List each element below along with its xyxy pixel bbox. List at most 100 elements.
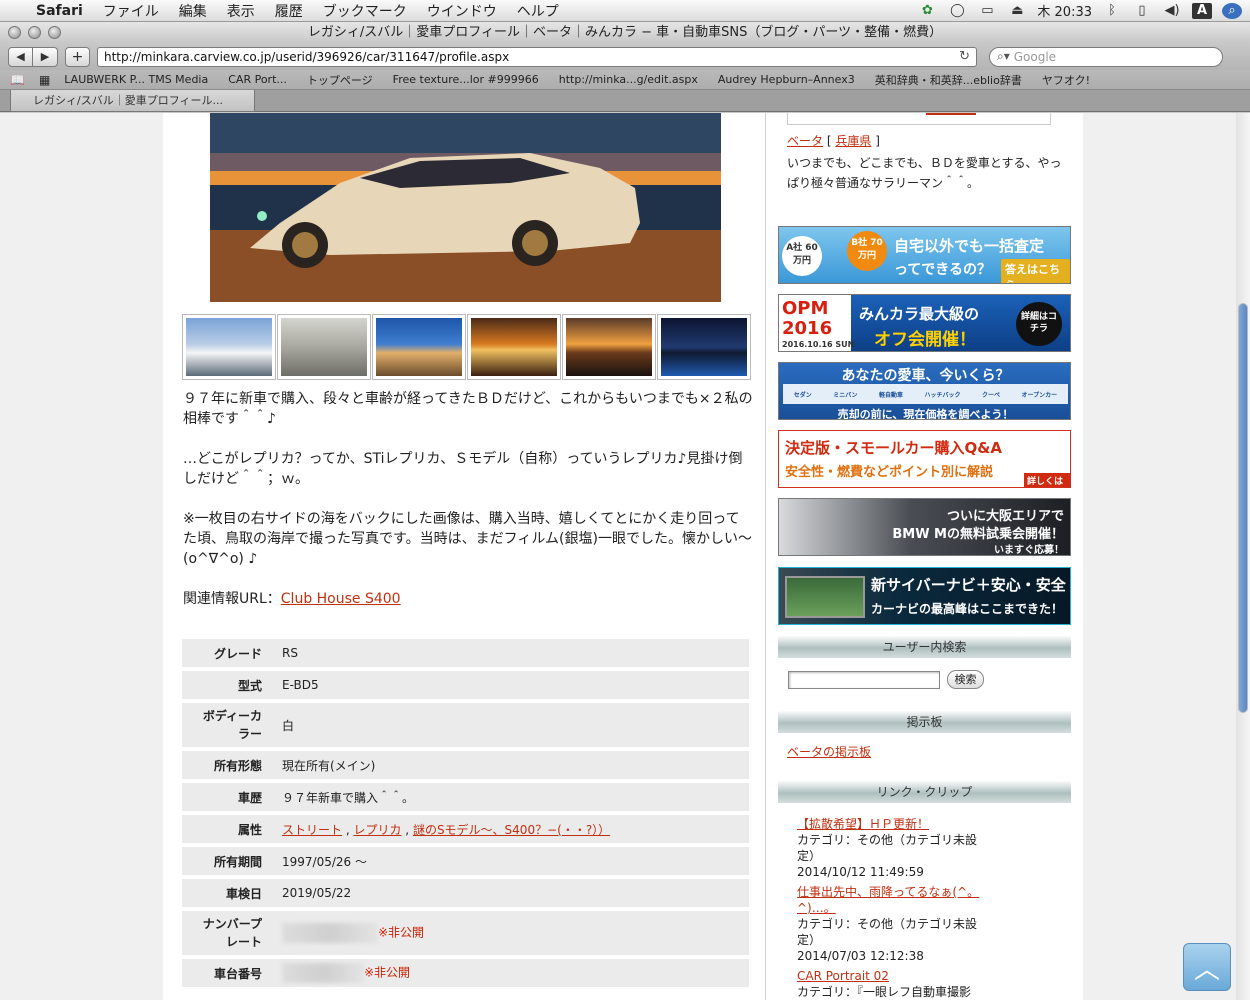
navi-device-image (785, 576, 865, 618)
battery-icon[interactable]: ▯ (1132, 3, 1152, 19)
banner-bmw[interactable]: ついに大阪エリアで BMW Mの無料試乗会開催！ いますぐ応募！ (778, 498, 1071, 556)
leaf-icon[interactable]: ✿ (917, 3, 937, 19)
user-search-input[interactable] (788, 671, 940, 689)
reload-icon[interactable]: ↻ (959, 49, 970, 64)
plus-icon: + (71, 48, 84, 65)
profile-name-link[interactable]: ベータ (787, 134, 823, 148)
clip-title-link[interactable]: 【拡散希望】ＨＰ更新！ (797, 817, 929, 831)
chat-bubble-icon[interactable]: ◯ (947, 3, 967, 19)
book-icon[interactable]: 📖 (10, 73, 25, 87)
table-row: 所有形態 現在所有(メイン) (182, 751, 749, 779)
banner-valuation[interactable]: あなたの愛車、今いくら？ セダン ミニバン 軽自動車 ハッチバック クーペ オー… (778, 362, 1071, 420)
bookmark-item[interactable]: 英和辞典・和英辞...eblio辞書 (875, 72, 1022, 88)
thumbnail[interactable] (657, 314, 751, 380)
zoom-window-button[interactable] (48, 26, 61, 39)
search-button[interactable]: 検索 (947, 670, 984, 689)
spec-value: 1997/05/26 〜 (272, 847, 749, 875)
scrollbar-thumb[interactable] (1238, 303, 1248, 713)
thumbnail[interactable] (372, 314, 466, 380)
thumbnail[interactable] (467, 314, 561, 380)
bookmark-item[interactable]: ヤフオク! (1042, 72, 1090, 88)
attribute-link[interactable]: 謎のSモデル〜、S400？−(・・?）） (413, 823, 610, 837)
tab-active[interactable]: レガシィ/スバル｜愛車プロフィール... (10, 90, 255, 112)
clip-title-link[interactable]: 仕事出先中、雨降ってるなぁ(^。^)…。 (797, 885, 979, 915)
description-paragraph: …どこがレプリカ？ってか、STiレプリカ、Ｓモデル（自称）っていうレプリカ♪見掛… (183, 451, 743, 487)
bookmark-item[interactable]: トップページ (307, 72, 373, 88)
private-label: ※非公開 (378, 925, 425, 940)
banner-cta-button: 詳しくは▶ (1024, 473, 1070, 487)
link-clip-list: 【拡散希望】ＨＰ更新！ カテゴリ：その他（カテゴリ未設定） 2014/10/12… (797, 816, 987, 1000)
sidebar: ベータ [ 兵庫県 ] いつまでも、どこまでも、ＢＤを愛車とする、やっぱり極々普… (767, 113, 1083, 1000)
board-link[interactable]: ベータの掲示板 (787, 743, 871, 760)
banner-line: BMW Mの無料試乗会開催！ (892, 527, 1064, 542)
close-window-button[interactable] (8, 26, 21, 39)
menubar-clock[interactable]: 木 20:33 (1037, 1, 1092, 20)
bluetooth-icon[interactable]: ᛒ (1102, 3, 1122, 19)
menu-bookmarks[interactable]: ブックマーク (323, 1, 407, 21)
list-item: 仕事出先中、雨降ってるなぁ(^。^)…。 カテゴリ：その他（カテゴリ未設定） 2… (797, 884, 987, 964)
thumbnail[interactable] (277, 314, 371, 380)
menu-edit[interactable]: 編集 (179, 1, 207, 21)
banner-appraisal[interactable]: A社 60万円 B社 70万円 自宅以外でも一括査定 ってできるの？ 答えはこち… (778, 226, 1071, 284)
bookmark-item[interactable]: Audrey Hepburn–Annex3 (718, 73, 855, 86)
bracket-close: ] (875, 134, 880, 148)
banner-opm[interactable]: OPM 2016 2016.10.16 SUN みんカラ最大級の オフ会開催！ … (778, 294, 1071, 352)
menu-help[interactable]: ヘルプ (517, 1, 559, 21)
profile-location-link[interactable]: 兵庫県 (835, 134, 871, 148)
thumbnail[interactable] (182, 314, 276, 380)
clip-date: 2014/10/12 11:49:59 (797, 865, 924, 879)
car-main-photo[interactable] (210, 113, 721, 302)
vertical-scrollbar[interactable] (1236, 113, 1250, 1000)
bookmark-item[interactable]: http://minka...g/edit.aspx (559, 73, 698, 86)
web-viewport: ９７年に新車で購入、段々と車齢が経ってきたＢＤだけど、これからもいつまでも×２私… (0, 113, 1236, 1000)
table-row: 車歴 ９７年新車で購入＾＾。 (182, 783, 749, 811)
attribute-link[interactable]: ストリート (282, 823, 342, 837)
add-bookmark-button[interactable]: + (65, 46, 90, 67)
banner-cta-button: いますぐ応募！ (994, 545, 1064, 556)
banner-navi[interactable]: 新サイバーナビ＋安心・安全 カーナビの最高峰はここまできた！ (778, 567, 1071, 625)
car-type-label: ハッチバック (924, 391, 961, 399)
search-field[interactable]: ⌕▾ Google (989, 46, 1223, 67)
minimize-window-button[interactable] (28, 26, 41, 39)
forward-arrow-icon: ▶ (40, 50, 50, 63)
spec-key: 属性 (182, 815, 272, 843)
menu-window[interactable]: ウインドウ (427, 1, 497, 21)
banner-line: ってできるの？ (894, 262, 992, 278)
tab-title: レガシィ/スバル｜愛車プロフィール... (33, 94, 223, 107)
app-menu[interactable]: Safari (36, 3, 83, 19)
clip-category: カテゴリ：『一眼レフ自動車撮影 (797, 985, 972, 999)
eject-icon[interactable]: ⏏ (1007, 3, 1027, 19)
input-method-icon[interactable]: A (1192, 2, 1212, 19)
related-url-link[interactable]: Club House S400 (281, 591, 401, 607)
bookmark-item[interactable]: Free texture...lor #999966 (393, 73, 539, 86)
table-row: グレード RS (182, 639, 749, 667)
grid-icon[interactable]: ▦ (39, 73, 50, 87)
clip-category: カテゴリ：その他（カテゴリ未設定） (797, 917, 978, 947)
menu-file[interactable]: ファイル (103, 1, 159, 21)
car-type-label: セダン (793, 391, 812, 399)
banner-price-b: B社 70万円 (847, 231, 887, 271)
back-button[interactable]: ◀ (8, 46, 33, 67)
banner-line: 新サイバーナビ＋安心・安全 (871, 576, 1066, 594)
spec-value: ９７年新車で購入＾＾。 (272, 783, 749, 811)
bookmark-item[interactable]: LAUBWERK P... TMS Media (64, 73, 208, 86)
volume-icon[interactable]: ◀) (1162, 3, 1182, 19)
attribute-link[interactable]: レプリカ (353, 823, 401, 837)
spotlight-icon[interactable]: ⌕ (1222, 2, 1242, 19)
bookmark-item[interactable]: CAR Port... (228, 73, 287, 86)
spec-key: 車歴 (182, 783, 272, 811)
scroll-to-top-button[interactable]: ︿ (1183, 943, 1231, 991)
banner-smallcar[interactable]: 決定版・スモールカー購入Q&A 安全性・燃費などポイント別に解説 詳しくは▶ (778, 430, 1071, 488)
list-item: CAR Portrait 02 カテゴリ：『一眼レフ自動車撮影 (797, 968, 987, 1000)
spec-key: 車検日 (182, 879, 272, 907)
clip-title-link[interactable]: CAR Portrait 02 (797, 969, 889, 983)
address-bar[interactable]: http://minkara.carview.co.jp/userid/3969… (97, 46, 977, 67)
banner-line: 決定版・スモールカー購入Q&A (785, 439, 1002, 457)
forward-button[interactable]: ▶ (33, 46, 58, 67)
spec-value: ストリート , レプリカ , 謎のSモデル〜、S400？−(・・?）） (272, 815, 749, 843)
spec-value: RS (272, 639, 749, 667)
menu-history[interactable]: 履歴 (275, 1, 303, 21)
menu-view[interactable]: 表示 (227, 1, 255, 21)
display-icon[interactable]: ▭ (977, 3, 997, 19)
thumbnail[interactable] (562, 314, 656, 380)
